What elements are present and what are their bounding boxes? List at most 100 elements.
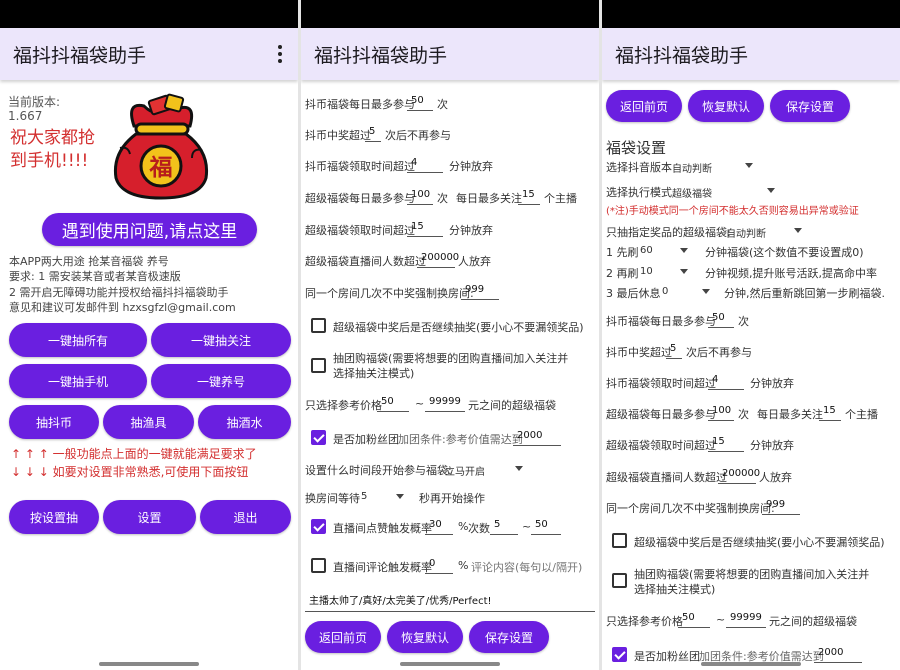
daily-limit-input[interactable]: 50 — [708, 310, 734, 328]
super-wait-label: 超级福袋领取时间超过 — [305, 224, 415, 237]
like-times-label: 次数 — [468, 522, 490, 535]
status-bar — [301, 0, 599, 28]
draw-fishing-button[interactable]: 抽渔具 — [103, 405, 194, 439]
reset-button[interactable]: 恢复默认 — [688, 90, 764, 122]
round1-dropdown[interactable]: 60 — [640, 245, 653, 256]
stop-after-label: 抖币中奖超过 — [606, 346, 672, 359]
draw-all-button[interactable]: 一键抽所有 — [9, 323, 147, 357]
like-tilde: ~ — [522, 520, 532, 533]
caret-down-icon[interactable] — [767, 188, 775, 193]
round2-suffix: 分钟视频,提升账号活跃,提高命中率 — [705, 267, 877, 280]
caret-down-icon[interactable] — [702, 289, 710, 294]
follow-max-input[interactable]: 15 — [518, 187, 540, 205]
status-bar — [602, 0, 900, 28]
like-rate-input[interactable]: 30 — [425, 517, 453, 535]
daily-limit-input[interactable]: 50 — [407, 93, 433, 111]
price-min-input[interactable]: 50 — [678, 610, 710, 628]
continue-after-win-checkbox[interactable] — [612, 533, 627, 548]
comment-checkbox[interactable] — [311, 558, 326, 573]
like-checkbox[interactable] — [311, 519, 326, 534]
super-wait-input[interactable]: 15 — [407, 219, 443, 237]
switch-room-input[interactable]: 999 — [762, 497, 800, 515]
group-buy-checkbox[interactable] — [311, 358, 326, 373]
round1-suffix: 分钟福袋(这个数值不要设置成0) — [705, 246, 864, 259]
follow-max-input[interactable]: 15 — [819, 403, 841, 421]
info-line-3: 2 需开启无障碍功能并授权给福抖抖福袋助手 — [9, 286, 229, 299]
switch-room-input[interactable]: 999 — [461, 282, 499, 300]
exit-button[interactable]: 退出 — [200, 500, 291, 534]
super-daily-input[interactable]: 100 — [407, 187, 433, 205]
round3-dropdown[interactable]: 0 — [662, 286, 668, 297]
period-dropdown[interactable]: 立马开启 — [445, 463, 485, 478]
continue-after-win-checkbox[interactable] — [311, 318, 326, 333]
wait-suffix: 秒再开始操作 — [419, 492, 485, 505]
app-bar: 福抖抖福袋助手 — [602, 28, 900, 80]
draw-follow-button[interactable]: 一键抽关注 — [151, 323, 291, 357]
info-line-4: 意见和建议可发邮件到 hzxsgfzl@gmail.com — [9, 301, 236, 314]
app-title: 福抖抖福袋助手 — [13, 45, 147, 67]
viewers-input[interactable]: 200000 — [718, 466, 760, 484]
dy-wait-suffix: 分钟放弃 — [449, 160, 493, 173]
caret-down-icon[interactable] — [680, 248, 688, 253]
tip-down: ↓ ↓ ↓ 如要对设置非常熟悉,可使用下面按钮 — [11, 465, 249, 479]
draw-phone-button[interactable]: 一键抽手机 — [9, 364, 147, 398]
round3-suffix: 分钟,然后重新跳回第一步刷福袋. — [724, 287, 885, 300]
back-button[interactable]: 返回前页 — [606, 90, 682, 122]
round2-dropdown[interactable]: 10 — [640, 266, 653, 277]
draw-by-settings-button[interactable]: 按设置抽 — [9, 500, 99, 534]
section-title: 福袋设置 — [606, 139, 667, 157]
daily-limit-unit: 次 — [437, 98, 448, 111]
lucky-bag-image: 福 — [113, 93, 209, 200]
round3-label: 3 最后休息 — [606, 287, 661, 300]
dy-wait-label: 抖币福袋领取时间超过 — [606, 377, 716, 390]
like-min-input[interactable]: 5 — [490, 517, 518, 535]
more-vert-icon[interactable] — [272, 44, 288, 64]
comment-rate-input[interactable]: 0 — [425, 556, 453, 574]
settings-button[interactable]: 设置 — [103, 500, 196, 534]
info-line-2: 要求: 1 需安装某音或者某音极速版 — [9, 270, 181, 283]
dy-wait-input[interactable]: 4 — [708, 372, 744, 390]
follow-max-label: 每日最多关注 — [757, 408, 823, 421]
caret-down-icon[interactable] — [745, 163, 753, 168]
caret-down-icon[interactable] — [515, 466, 523, 471]
mode-dropdown[interactable]: 超级福袋 — [672, 185, 712, 200]
nurture-account-button[interactable]: 一键养号 — [151, 364, 291, 398]
comment-text-input[interactable]: 主播太帅了/真好/太完美了/优秀/Perfect! — [305, 594, 595, 612]
caret-down-icon[interactable] — [680, 269, 688, 274]
price-max-input[interactable]: 99999 — [726, 610, 766, 628]
save-button[interactable]: 保存设置 — [770, 90, 850, 122]
draw-dy-coin-button[interactable]: 抽抖币 — [9, 405, 99, 439]
mode-select-label: 选择执行模式 — [606, 186, 672, 199]
viewers-input[interactable]: 200000 — [417, 250, 459, 268]
super-wait-input[interactable]: 15 — [708, 434, 744, 452]
greeting-text: 祝大家都抢到手机!!!! — [10, 128, 95, 171]
app-bar: 福抖抖福袋助手 — [301, 28, 599, 80]
draw-liquor-button[interactable]: 抽酒水 — [198, 405, 291, 439]
caret-down-icon[interactable] — [396, 494, 404, 499]
follow-max-suffix: 个主播 — [845, 408, 878, 421]
version-value: 1.667 — [8, 109, 43, 123]
gesture-bar — [400, 662, 500, 666]
caret-down-icon[interactable] — [794, 228, 802, 233]
join-fans-value-input[interactable]: 2000 — [814, 645, 862, 663]
like-max-input[interactable]: 50 — [531, 517, 561, 535]
group-buy-checkbox[interactable] — [612, 573, 627, 588]
reset-button[interactable]: 恢复默认 — [387, 621, 463, 653]
stop-after-input[interactable]: 5 — [666, 341, 682, 359]
wait-dropdown[interactable]: 5 — [361, 491, 367, 502]
version-dropdown[interactable]: 自动判断 — [672, 160, 712, 175]
join-fans-checkbox[interactable] — [311, 430, 326, 445]
price-max-input[interactable]: 99999 — [425, 394, 465, 412]
join-fans-checkbox[interactable] — [612, 647, 627, 662]
back-button[interactable]: 返回前页 — [305, 621, 381, 653]
super-daily-label: 超级福袋每日最多参与 — [305, 192, 415, 205]
only-prize-dropdown[interactable]: 自动判断 — [726, 225, 766, 240]
price-min-input[interactable]: 50 — [377, 394, 409, 412]
help-button[interactable]: 遇到使用问题,请点这里 — [42, 213, 257, 246]
dy-wait-input[interactable]: 4 — [407, 155, 443, 173]
stop-after-input[interactable]: 5 — [365, 124, 381, 142]
save-button[interactable]: 保存设置 — [469, 621, 549, 653]
super-daily-input[interactable]: 100 — [708, 403, 734, 421]
stop-after-suffix: 次后不再参与 — [385, 129, 451, 142]
join-fans-value-input[interactable]: 2000 — [513, 428, 561, 446]
